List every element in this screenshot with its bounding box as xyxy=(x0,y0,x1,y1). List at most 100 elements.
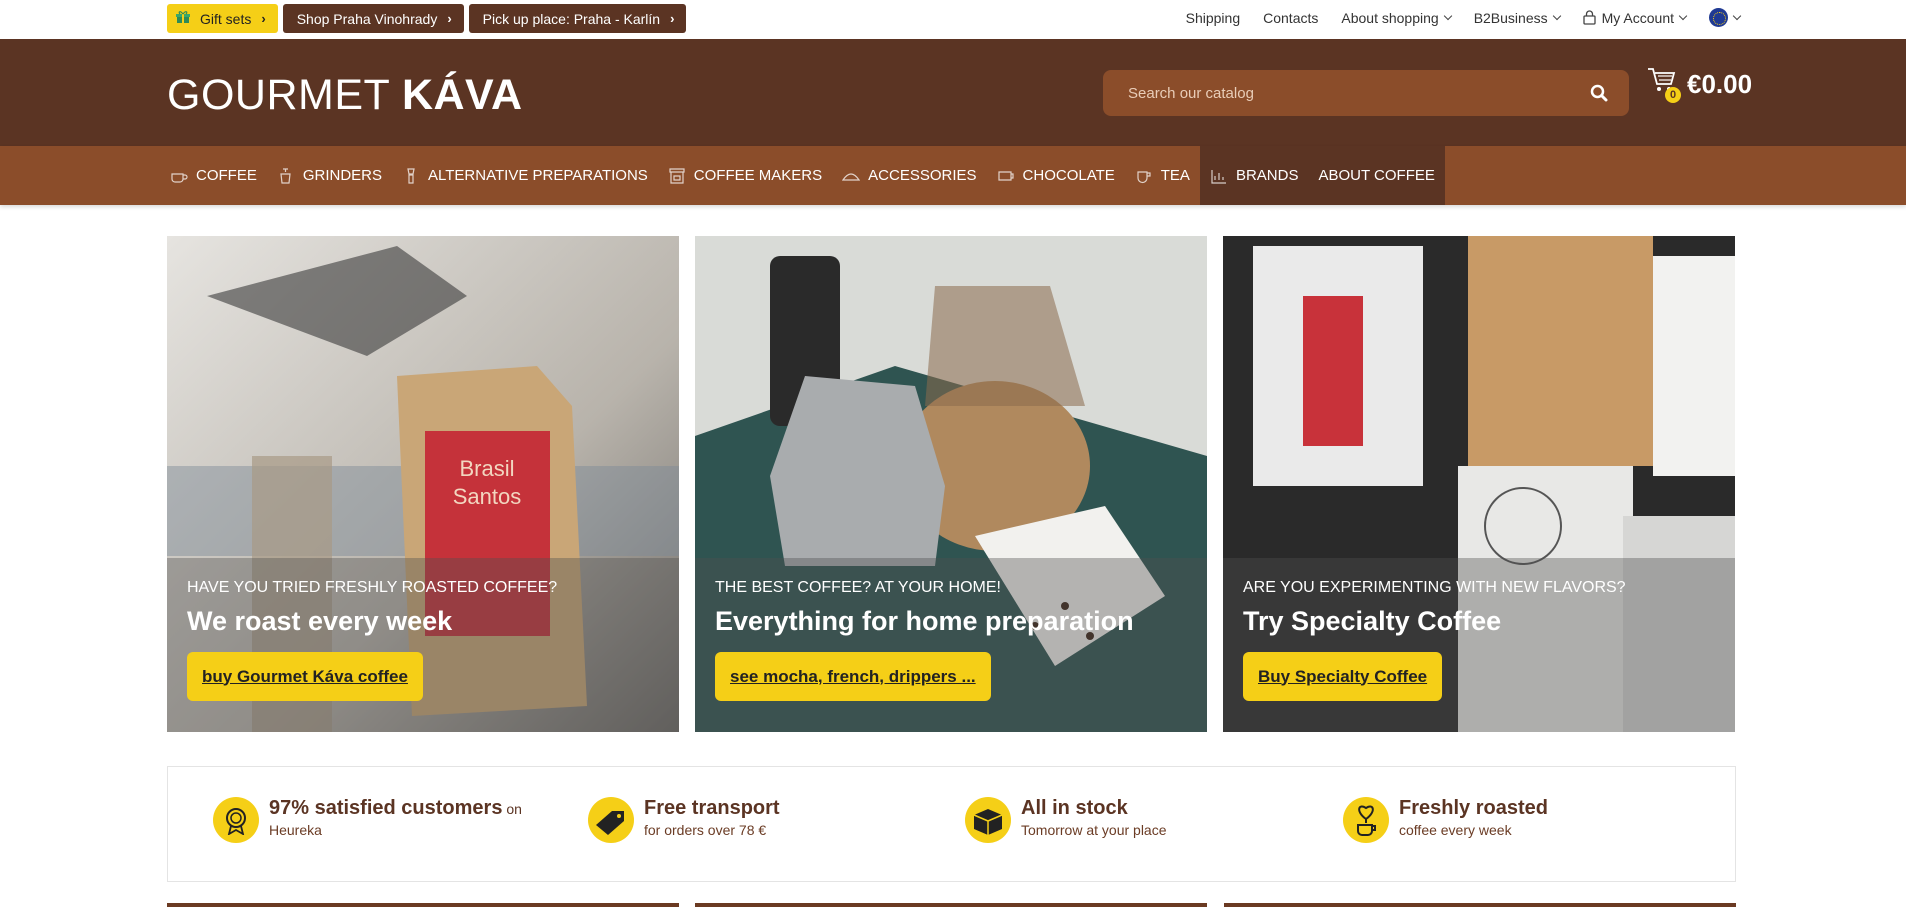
feature-satisfied: 97% satisfied customers on Heureka xyxy=(213,797,522,843)
chevron-down-icon xyxy=(1678,11,1688,21)
coffee-maker-icon xyxy=(669,167,685,184)
banner-specialty[interactable]: ARE YOU EXPERIMENTING WITH NEW FLAVORS? … xyxy=(1223,236,1735,732)
shipping-label: Shipping xyxy=(1185,9,1241,26)
cart-total: €0.00 xyxy=(1687,68,1753,99)
feature-subtitle: coffee every week xyxy=(1399,822,1512,838)
feature-freshly-roasted: Freshly roasted coffee every week xyxy=(1343,797,1548,843)
feature-free-transport: Free transport for orders over 78 € xyxy=(588,797,780,843)
nav-label: COFFEE xyxy=(196,167,257,184)
tag-icon xyxy=(588,797,634,843)
chevron-down-icon xyxy=(1443,11,1452,21)
banner-cta-button[interactable]: buy Gourmet Káva coffee xyxy=(187,652,423,701)
nav-label: ALTERNATIVE PREPARATIONS xyxy=(428,167,648,184)
logo-text-bold: KÁVA xyxy=(401,71,523,119)
banner-cta-button[interactable]: Buy Specialty Coffee xyxy=(1243,652,1443,701)
contacts-label: Contacts xyxy=(1263,9,1319,26)
banner-title: Try Specialty Coffee xyxy=(1243,606,1502,636)
grinder-icon xyxy=(280,167,291,184)
my-account-dropdown[interactable]: My Account xyxy=(1582,10,1688,26)
nav-item-chocolate[interactable]: CHOCOLATE xyxy=(987,146,1125,205)
banner-title: Everything for home preparation xyxy=(715,606,1134,636)
nav-item-grinders[interactable]: GRINDERS xyxy=(267,146,392,205)
heart-cup-icon xyxy=(1343,797,1389,843)
nav-label: CHOCOLATE xyxy=(1022,167,1115,184)
nav-item-coffee-makers[interactable]: COFFEE MAKERS xyxy=(658,146,832,205)
pickup-label: Pick up place: Praha - Karlín xyxy=(482,10,661,27)
promo-links: Gift sets › Shop Praha Vinohrady › Pick … xyxy=(167,4,687,33)
chocolate-icon xyxy=(997,170,1014,181)
brands-icon xyxy=(1211,169,1226,184)
main-nav: COFFEE GRINDERS ALTERNATIVE PREPARATIONS… xyxy=(0,146,1906,205)
site-header: GOURMET KÁVA Search our catalog 0 €0.00 xyxy=(0,39,1906,146)
feature-subtitle: Tomorrow at your place xyxy=(1021,822,1167,838)
pickup-place-button[interactable]: Pick up place: Praha - Karlín › xyxy=(468,4,687,33)
search-bar[interactable]: Search our catalog xyxy=(1103,70,1629,116)
b2business-dropdown[interactable]: B2Business xyxy=(1474,10,1561,26)
nav-label: COFFEE MAKERS xyxy=(693,167,823,184)
svg-text:Brasil: Brasil xyxy=(459,456,514,481)
nav-item-brands[interactable]: BRANDS xyxy=(1199,146,1309,205)
feature-subtitle: for orders over 78 € xyxy=(644,822,767,838)
shipping-link[interactable]: Shipping xyxy=(1186,10,1241,26)
cart-count-badge: 0 xyxy=(1665,87,1681,103)
site-logo[interactable]: GOURMET KÁVA xyxy=(167,71,523,120)
gift-sets-label: Gift sets xyxy=(200,10,252,27)
banner-cta-button[interactable]: see mocha, french, drippers ... xyxy=(715,652,991,701)
nav-label: BRANDS xyxy=(1235,167,1299,184)
feature-subtitle: Heureka xyxy=(269,822,322,838)
banner-title: We roast every week xyxy=(187,606,453,636)
nav-label: TEA xyxy=(1160,167,1190,184)
banner-home-prep[interactable]: THE BEST COFFEE? AT YOUR HOME! Everythin… xyxy=(695,236,1207,732)
contacts-link[interactable]: Contacts xyxy=(1263,10,1318,26)
feature-title-suffix: on xyxy=(502,801,522,817)
banner-subtitle: HAVE YOU TRIED FRESHLY ROASTED COFFEE? xyxy=(187,579,558,596)
eu-flag-icon xyxy=(1709,8,1728,27)
next-section-edge xyxy=(695,903,1207,907)
main-nav-items: COFFEE GRINDERS ALTERNATIVE PREPARATIONS… xyxy=(160,146,1445,205)
nav-item-coffee[interactable]: COFFEE xyxy=(160,146,267,205)
search-icon[interactable] xyxy=(1569,84,1629,102)
language-dropdown[interactable] xyxy=(1709,8,1742,27)
about-shopping-dropdown[interactable]: About shopping xyxy=(1341,9,1452,26)
dripper-icon xyxy=(407,167,415,184)
chevron-down-icon xyxy=(1732,11,1742,21)
shop-label: Shop Praha Vinohrady xyxy=(296,10,438,27)
svg-text:Santos: Santos xyxy=(453,484,522,509)
next-section-edge xyxy=(1224,903,1736,907)
feature-title: 97% satisfied customers xyxy=(269,797,503,819)
about-shopping-label: About shopping xyxy=(1341,9,1439,26)
feature-title: Free transport xyxy=(644,797,780,819)
hero-banners: Brasil Santos HAVE YOU TRIED FRESHLY ROA… xyxy=(167,236,1736,732)
chevron-right-icon: › xyxy=(670,11,675,26)
nav-item-about-coffee[interactable]: ABOUT COFFEE xyxy=(1308,146,1445,205)
feature-in-stock: All in stock Tomorrow at your place xyxy=(965,797,1167,843)
nav-label: ABOUT COFFEE xyxy=(1318,167,1435,184)
nav-item-tea[interactable]: TEA xyxy=(1125,146,1200,205)
top-links: Shipping Contacts About shopping B2Busin… xyxy=(1186,0,1742,35)
lock-icon xyxy=(1582,10,1596,25)
gift-sets-button[interactable]: Gift sets › xyxy=(167,4,278,33)
shop-vinohrady-button[interactable]: Shop Praha Vinohrady › xyxy=(282,4,464,33)
features-strip: 97% satisfied customers on Heureka Free … xyxy=(167,766,1736,882)
banner-subtitle: ARE YOU EXPERIMENTING WITH NEW FLAVORS? xyxy=(1243,579,1626,596)
nav-label: ACCESSORIES xyxy=(868,167,977,184)
coffee-cup-icon xyxy=(171,172,188,183)
chevron-right-icon: › xyxy=(261,11,266,26)
tea-icon xyxy=(1137,170,1151,183)
banner-roast[interactable]: Brasil Santos HAVE YOU TRIED FRESHLY ROA… xyxy=(167,236,679,732)
feature-title: All in stock xyxy=(1021,797,1128,819)
chevron-right-icon: › xyxy=(447,11,452,26)
nav-item-alternative-preparations[interactable]: ALTERNATIVE PREPARATIONS xyxy=(392,146,658,205)
search-input[interactable]: Search our catalog xyxy=(1128,85,1569,102)
accessories-icon xyxy=(842,172,861,181)
award-icon xyxy=(213,797,259,843)
next-section-edge xyxy=(167,903,679,907)
chevron-down-icon xyxy=(1552,11,1561,21)
logo-text-light: GOURMET xyxy=(167,71,402,119)
nav-label: GRINDERS xyxy=(302,167,383,184)
cart-button[interactable]: 0 €0.00 xyxy=(1647,67,1753,103)
feature-title: Freshly roasted xyxy=(1399,797,1548,819)
cart-icon: 0 xyxy=(1647,67,1681,103)
gift-icon xyxy=(176,10,190,27)
nav-item-accessories[interactable]: ACCESSORIES xyxy=(832,146,986,205)
